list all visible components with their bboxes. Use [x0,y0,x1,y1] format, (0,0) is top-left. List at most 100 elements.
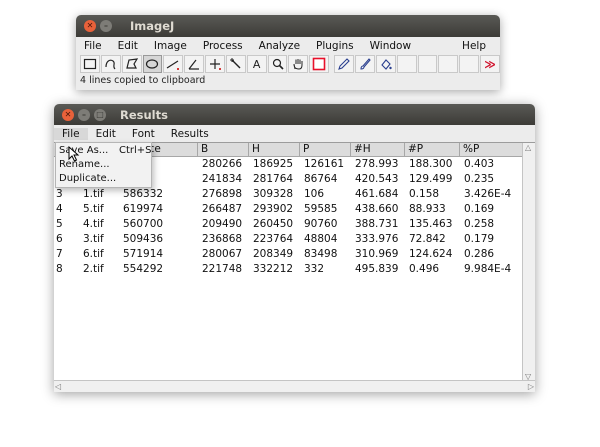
menu-analyze[interactable]: Analyze [251,40,308,52]
menu-font[interactable]: Font [124,128,163,140]
menu-edit[interactable]: Edit [88,128,124,140]
table-cell: 4.tif [83,218,104,230]
menu-item-duplicate[interactable]: Duplicate... [56,172,151,186]
empty-tool-slot-icon [396,55,417,73]
table-cell: 3 [56,188,63,200]
table-cell: 90760 [304,218,338,230]
table-cell: 1.tif [83,188,104,200]
hand-icon[interactable] [288,55,309,73]
menu-results[interactable]: Results [163,128,217,140]
oval-icon[interactable] [142,55,163,73]
table-cell: 260450 [253,218,294,230]
table-cell: 6 [56,233,63,245]
table-cell: 0.258 [464,218,495,230]
menu-edit[interactable]: Edit [110,40,146,52]
menu-process[interactable]: Process [195,40,251,52]
flood-fill-icon[interactable] [375,55,396,73]
table-cell: 278.993 [355,158,399,170]
line-icon[interactable] [163,55,184,73]
table-cell: 332 [304,263,325,275]
scroll-right-icon[interactable]: ▷ [528,382,534,391]
magnifier-icon[interactable] [267,55,288,73]
table-cell: 0.496 [409,263,440,275]
column-header[interactable]: B [197,143,248,156]
menu-file[interactable]: File [76,40,110,52]
table-cell: 5.tif [83,203,104,215]
table-row[interactable]: 3 1.tif 586332 276898 309328 106 461.684 0.158 3… [54,187,522,202]
vertical-scrollbar[interactable]: △ ▽ [522,143,535,381]
window-title: Results [120,107,168,122]
table-cell: 560700 [123,218,164,230]
scroll-up-icon[interactable]: △ [525,143,531,152]
imagej-titlebar[interactable]: ✕ – ImageJ [76,15,500,37]
scroll-left-icon[interactable]: ◁ [55,382,61,391]
imagej-toolbar: A ≫ [76,54,500,74]
minimize-window-icon[interactable]: – [100,20,112,32]
table-cell: 124.624 [409,248,453,260]
empty-tool-slot-icon [438,55,459,73]
close-window-icon[interactable]: ✕ [62,108,74,121]
menu-file[interactable]: File [54,127,88,140]
horizontal-scrollbar[interactable]: ◁ ▷ [54,380,535,392]
table-cell: 106 [304,188,325,200]
table-cell: 309328 [253,188,294,200]
table-cell: 188.300 [409,158,453,170]
table-row[interactable]: 5 4.tif 560700 209490 260450 90760 388.731 135.… [54,217,522,232]
table-row[interactable]: 6 3.tif 509436 236868 223764 48804 333.976 72.8… [54,232,522,247]
rectangle-icon[interactable] [80,55,100,73]
menu-plugins[interactable]: Plugins [308,40,362,52]
imagej-menubar: File Edit Image Process Analyze Plugins … [76,37,500,54]
wand-icon[interactable] [225,55,246,73]
table-cell: 509436 [123,233,164,245]
mouse-pointer-icon [68,146,80,162]
table-cell: 332212 [253,263,294,275]
menu-item-label: Duplicate... [59,173,117,184]
table-row[interactable]: 4 5.tif 619974 266487 293902 59585 438.660 88.9… [54,202,522,217]
table-cell: 0.235 [464,173,495,185]
shortcut-label: Ctrl+S [119,145,152,156]
menu-help[interactable]: Help [454,40,494,52]
results-titlebar[interactable]: ✕ – □ Results [54,104,535,125]
table-cell: 72.842 [409,233,446,245]
column-header[interactable]: H [248,143,299,156]
more-tools-icon[interactable]: ≫ [480,55,500,73]
table-cell: 88.933 [409,203,446,215]
polygon-icon[interactable] [121,55,142,73]
table-cell: 5 [56,218,63,230]
table-cell: 495.839 [355,263,399,275]
table-cell: 0.286 [464,248,495,260]
table-cell: 2.tif [83,263,104,275]
table-cell: 236868 [202,233,243,245]
menu-item-label: Rename... [59,159,110,170]
window-title: ImageJ [130,19,175,33]
table-cell: 9.984E-4 [464,263,512,275]
column-header[interactable]: #H [350,143,404,156]
freehand-icon[interactable] [100,55,121,73]
table-cell: 208349 [253,248,294,260]
table-row[interactable]: 8 2.tif 554292 221748 332212 332 495.839 0.496 9… [54,262,522,277]
table-cell: 266487 [202,203,243,215]
point-icon[interactable] [205,55,225,73]
close-window-icon[interactable]: ✕ [84,20,96,32]
minimize-window-icon[interactable]: – [78,108,90,121]
pencil-icon[interactable] [334,55,354,73]
empty-tool-slot-icon [459,55,480,73]
maximize-window-icon[interactable]: □ [94,108,106,121]
column-header[interactable]: #P [404,143,459,156]
angle-icon[interactable] [184,55,205,73]
column-header[interactable]: %P [459,143,522,156]
table-cell: 0.169 [464,203,495,215]
column-header[interactable]: P [299,143,350,156]
brush-icon[interactable] [354,55,375,73]
imagej-window: ✕ – ImageJ File Edit Image Process Analy… [76,15,500,90]
table-cell: 135.463 [409,218,453,230]
table-cell: 0.158 [409,188,440,200]
table-cell: 438.660 [355,203,399,215]
table-cell: 126161 [304,158,345,170]
table-cell: 186925 [253,158,294,170]
color-picker-icon[interactable] [309,55,330,73]
menu-image[interactable]: Image [146,40,195,52]
menu-window[interactable]: Window [362,40,419,52]
table-row[interactable]: 7 6.tif 571914 280067 208349 83498 310.969 124.… [54,247,522,262]
text-icon[interactable]: A [246,55,267,73]
